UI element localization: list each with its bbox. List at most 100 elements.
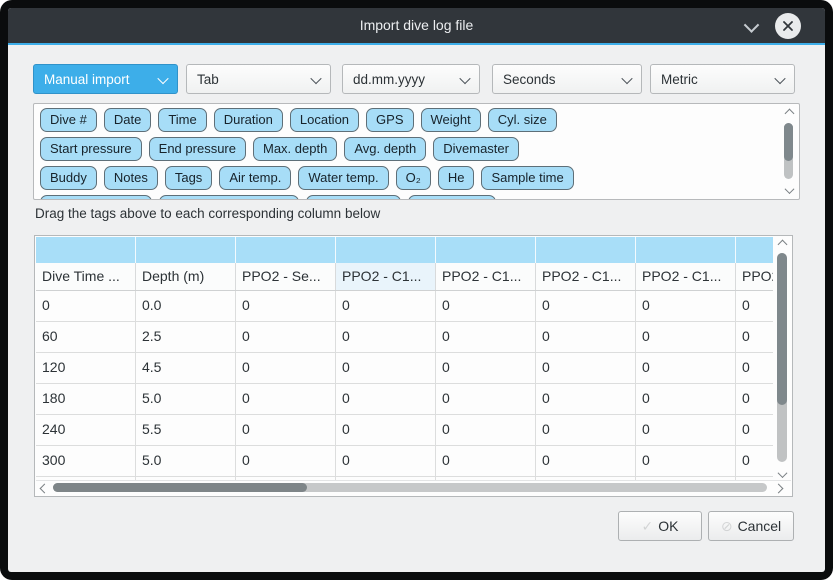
- scroll-up-arrow-icon[interactable]: [778, 240, 786, 248]
- tag-avg-depth[interactable]: Avg. depth: [344, 137, 426, 161]
- column-drop-row: [36, 237, 773, 263]
- table-cell: 0: [736, 415, 773, 445]
- tag-gps[interactable]: GPS: [366, 108, 413, 132]
- table-cell: 5.0: [136, 384, 236, 414]
- scrollbar-thumb[interactable]: [784, 123, 793, 161]
- duration-format-value: Seconds: [503, 72, 556, 87]
- column-drop-target[interactable]: [536, 237, 636, 263]
- tag-sample-temperature[interactable]: Sample temperature: [159, 195, 299, 200]
- table-cell: 0: [436, 353, 536, 383]
- scroll-up-arrow-icon[interactable]: [785, 109, 793, 117]
- table-cell: 0: [36, 291, 136, 321]
- scroll-right-arrow-icon[interactable]: [773, 483, 783, 493]
- scrollbar-thumb[interactable]: [53, 483, 307, 492]
- field-separator-select[interactable]: Tab: [186, 64, 331, 94]
- tag-location[interactable]: Location: [290, 108, 359, 132]
- table-cell: 0: [236, 353, 336, 383]
- table-cell: 120: [36, 353, 136, 383]
- tag-sample-time[interactable]: Sample time: [481, 166, 573, 190]
- table-cell: 0: [436, 384, 536, 414]
- table-cell: 240: [36, 415, 136, 445]
- table-cell: 0: [236, 415, 336, 445]
- tag-start-pressure[interactable]: Start pressure: [40, 137, 142, 161]
- column-drop-target[interactable]: [436, 237, 536, 263]
- tag-duration[interactable]: Duration: [214, 108, 283, 132]
- chevron-down-icon: [774, 73, 785, 84]
- column-header[interactable]: Dive Time ...: [36, 263, 136, 290]
- duration-format-select[interactable]: Seconds: [492, 64, 642, 94]
- table-cell: 0: [536, 446, 636, 476]
- checkmark-icon: ✓: [642, 518, 654, 535]
- tag-air-temp[interactable]: Air temp.: [219, 166, 291, 190]
- ok-button[interactable]: ✓ OK: [618, 511, 702, 541]
- tag-palette: Dive # Date Time Duration Location GPS Weight C…: [33, 103, 800, 200]
- tag-buddy[interactable]: Buddy: [40, 166, 97, 190]
- column-drop-target[interactable]: [736, 237, 773, 263]
- tag-he[interactable]: He: [438, 166, 475, 190]
- tag-date[interactable]: Date: [104, 108, 151, 132]
- table-header-row: Dive Time ...Depth (m)PPO2 - Se...PPO2 -…: [36, 263, 773, 291]
- table-cell: 60: [36, 322, 136, 352]
- tag-weight[interactable]: Weight: [421, 108, 481, 132]
- chevron-down-glyph: [743, 17, 759, 33]
- column-drop-target[interactable]: [336, 237, 436, 263]
- table-cell: 0: [236, 384, 336, 414]
- tag-time[interactable]: Time: [158, 108, 206, 132]
- tag-o[interactable]: O₂: [396, 166, 431, 190]
- tag-row: Start pressure End pressure Max. depth Avg.…: [40, 137, 775, 166]
- tag-dive[interactable]: Dive #: [40, 108, 97, 132]
- tag-notes[interactable]: Notes: [104, 166, 158, 190]
- column-header[interactable]: Depth (m): [136, 263, 236, 290]
- table-cell: 0: [236, 446, 336, 476]
- tag-sample-cns[interactable]: Sample CNS: [408, 195, 496, 200]
- column-header[interactable]: PPO2: [736, 263, 773, 290]
- scroll-down-arrow-icon[interactable]: [778, 470, 786, 478]
- table-cell: 0: [736, 291, 773, 321]
- table-horizontal-scrollbar[interactable]: [36, 480, 791, 495]
- column-drop-target[interactable]: [636, 237, 736, 263]
- column-header[interactable]: PPO2 - C1...: [336, 263, 436, 290]
- table-row: 2405.5000000: [36, 415, 773, 446]
- chevron-down-icon: [621, 73, 632, 84]
- tag-tags[interactable]: Tags: [165, 166, 212, 190]
- scrollbar-thumb[interactable]: [777, 253, 787, 405]
- table-cell: 0: [636, 353, 736, 383]
- column-header[interactable]: PPO2 - C1...: [536, 263, 636, 290]
- import-mode-select[interactable]: Manual import: [33, 64, 178, 94]
- cancel-icon: ⊘: [721, 518, 733, 535]
- units-value: Metric: [661, 72, 698, 87]
- units-select[interactable]: Metric: [650, 64, 795, 94]
- tag-divemaster[interactable]: Divemaster: [433, 137, 519, 161]
- tag-max-depth[interactable]: Max. depth: [253, 137, 337, 161]
- tag-sample-po[interactable]: Sample pO₂: [306, 195, 401, 200]
- ok-button-label: OK: [658, 518, 678, 534]
- table-cell: 0: [636, 415, 736, 445]
- table-cell: 0: [336, 322, 436, 352]
- tag-end-pressure[interactable]: End pressure: [149, 137, 246, 161]
- instruction-text: Drag the tags above to each correspondin…: [35, 206, 380, 221]
- tag-sample-depth[interactable]: Sample depth: [40, 195, 152, 200]
- column-drop-target[interactable]: [36, 237, 136, 263]
- table-cell: 0: [636, 446, 736, 476]
- table-cell: 4.5: [136, 353, 236, 383]
- table-cell: 0: [436, 291, 536, 321]
- table-vertical-scrollbar[interactable]: [773, 237, 791, 481]
- scroll-left-arrow-icon[interactable]: [39, 483, 49, 493]
- cancel-button[interactable]: ⊘ Cancel: [708, 511, 794, 541]
- tag-water-temp[interactable]: Water temp.: [298, 166, 388, 190]
- column-header[interactable]: PPO2 - Se...: [236, 263, 336, 290]
- column-drop-target[interactable]: [236, 237, 336, 263]
- tag-cyl-size[interactable]: Cyl. size: [488, 108, 557, 132]
- table-cell: 0: [536, 322, 636, 352]
- scroll-down-arrow-icon[interactable]: [785, 186, 793, 194]
- date-format-select[interactable]: dd.mm.yyyy: [342, 64, 480, 94]
- close-button[interactable]: [775, 13, 801, 39]
- column-drop-target[interactable]: [136, 237, 236, 263]
- import-dialog: Import dive log file Manual import Tab d…: [8, 8, 825, 572]
- table-cell: 0: [336, 446, 436, 476]
- tag-palette-scrollbar[interactable]: [781, 106, 797, 197]
- column-header[interactable]: PPO2 - C1...: [636, 263, 736, 290]
- chevron-down-icon[interactable]: [739, 14, 763, 38]
- column-header[interactable]: PPO2 - C1...: [436, 263, 536, 290]
- titlebar[interactable]: Import dive log file: [8, 8, 825, 45]
